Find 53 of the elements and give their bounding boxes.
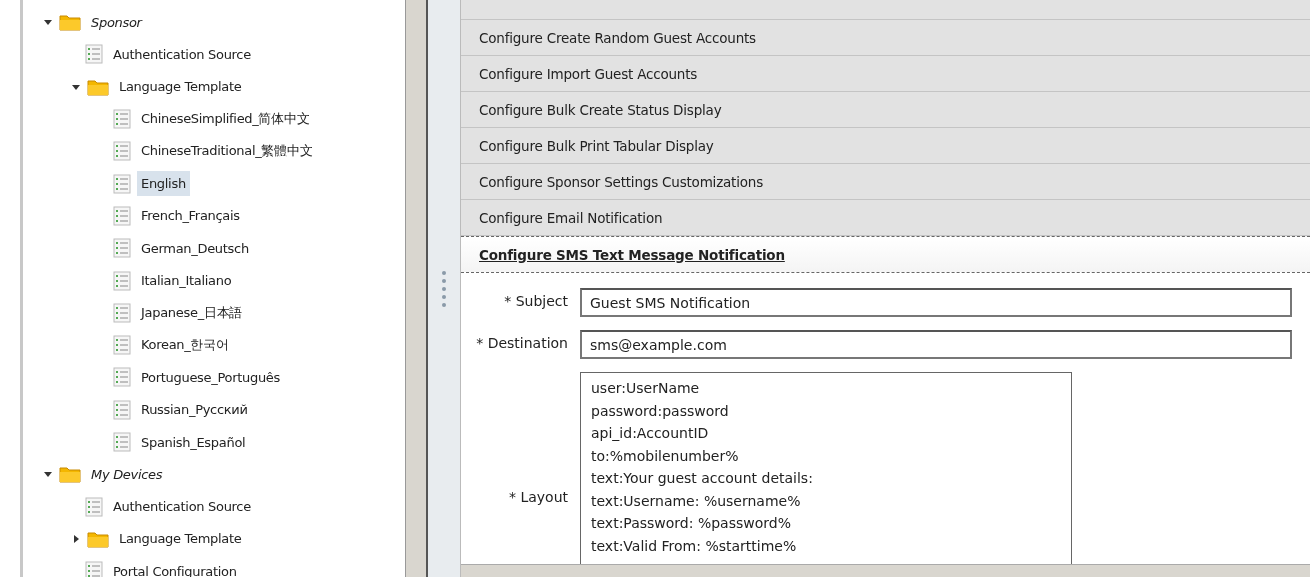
- document-list-icon: [113, 335, 131, 356]
- tree-item[interactable]: Portuguese_Português: [137, 364, 285, 390]
- document-list-icon: [113, 141, 131, 162]
- document-list-icon: [113, 302, 131, 323]
- section-header[interactable]: Configure Bulk Create Status Display: [461, 92, 1310, 128]
- folder-icon: [59, 465, 81, 484]
- tree-item[interactable]: ChineseTraditional_繁體中文: [137, 137, 317, 166]
- section-header[interactable]: Configure Create Random Guest Accounts: [461, 20, 1310, 56]
- scrollbar[interactable]: [405, 0, 428, 577]
- tree-item[interactable]: Language Template: [115, 526, 246, 552]
- section-header[interactable]: Configure Sponsor Settings Customizations: [461, 164, 1310, 200]
- document-list-icon: [113, 173, 131, 194]
- tree-item[interactable]: Authentication Source: [109, 41, 255, 67]
- field-label: * Subject: [503, 292, 568, 309]
- tree-item[interactable]: German_Deutsch: [137, 235, 253, 261]
- document-list-icon: [113, 270, 131, 291]
- tree-item[interactable]: Italian_Italiano: [137, 268, 236, 293]
- folder-icon: [87, 77, 109, 96]
- tree-item[interactable]: Language Template: [115, 74, 246, 100]
- folder-icon: [59, 13, 81, 32]
- tree-item[interactable]: Spanish_Español: [137, 429, 250, 455]
- section-header[interactable]: Configure Import Guest Accounts: [461, 56, 1310, 92]
- tree-item[interactable]: Sponsor: [87, 9, 146, 35]
- section-header[interactable]: Configure Email Notification: [461, 200, 1310, 236]
- document-list-icon: [113, 432, 131, 452]
- tree-item[interactable]: Korean_한국어: [137, 331, 233, 360]
- document-list-icon: [113, 238, 131, 259]
- document-list-icon: [113, 109, 131, 130]
- tree-item[interactable]: French_Français: [137, 203, 244, 229]
- field-label: * Destination: [475, 334, 568, 351]
- destination-field[interactable]: sms@example.com: [580, 330, 1292, 359]
- document-list-icon: [113, 399, 131, 420]
- tree-item[interactable]: English: [137, 171, 190, 197]
- splitter-handle[interactable]: [428, 0, 461, 577]
- field-label: * Layout: [507, 488, 568, 505]
- section-header[interactable]: Configure Bulk Print Tabular Display: [461, 128, 1310, 164]
- document-list-icon: [85, 496, 103, 517]
- caret-icon[interactable]: [43, 470, 53, 479]
- document-list-icon: [113, 367, 131, 388]
- tree-item[interactable]: My Devices: [87, 461, 167, 487]
- document-list-icon: [85, 44, 103, 65]
- tree-item[interactable]: Russian_Русский: [137, 397, 252, 423]
- subject-field[interactable]: Guest SMS Notification: [580, 288, 1292, 317]
- caret-icon[interactable]: [71, 82, 81, 91]
- caret-icon[interactable]: [43, 18, 53, 27]
- caret-icon[interactable]: [71, 534, 81, 543]
- tree-item[interactable]: ChineseSimplified_简体中文: [137, 105, 314, 134]
- tree-item[interactable]: Authentication Source: [109, 494, 255, 520]
- section-header[interactable]: Configure SMS Text Message Notification: [461, 236, 1310, 273]
- document-list-icon: [113, 205, 131, 226]
- scrollbar[interactable]: [461, 564, 1310, 577]
- tree-item[interactable]: Japanese_日本語: [137, 298, 246, 327]
- folder-icon: [87, 529, 109, 548]
